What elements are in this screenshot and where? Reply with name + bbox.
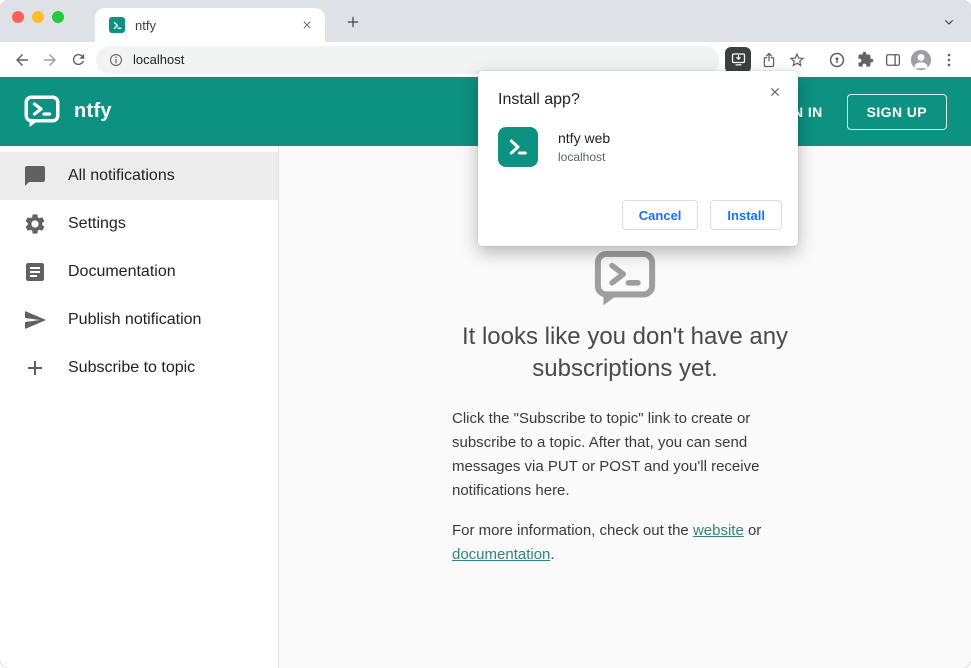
documentation-link[interactable]: documentation bbox=[452, 546, 550, 563]
install-button[interactable]: Install bbox=[710, 200, 782, 230]
site-info-icon[interactable] bbox=[108, 52, 124, 68]
new-tab-button[interactable] bbox=[341, 10, 365, 34]
sidebar-item-label: Subscribe to topic bbox=[68, 359, 196, 376]
password-manager-extension-icon[interactable] bbox=[823, 46, 851, 74]
tab-strip: ntfy bbox=[0, 0, 971, 42]
tab-search-chevron-icon[interactable] bbox=[939, 12, 959, 32]
share-icon[interactable] bbox=[755, 46, 783, 74]
maximize-window-button[interactable] bbox=[52, 11, 64, 23]
window-controls bbox=[12, 11, 64, 23]
sidebar-item-publish-notification[interactable]: Publish notification bbox=[0, 296, 278, 344]
more-info-suffix: . bbox=[550, 546, 555, 563]
install-dialog-app-name: ntfy web bbox=[558, 130, 611, 146]
minimize-window-button[interactable] bbox=[32, 11, 44, 23]
sidebar-item-label: Documentation bbox=[68, 263, 176, 280]
ntfy-logo-large-icon bbox=[594, 250, 656, 307]
sign-up-button[interactable]: SIGN UP bbox=[846, 93, 947, 130]
address-text: localhost bbox=[133, 52, 185, 67]
reload-icon[interactable] bbox=[64, 46, 92, 74]
app-title: ntfy bbox=[74, 100, 112, 122]
document-icon bbox=[23, 260, 47, 284]
empty-state-heading: It looks like you don't have any subscri… bbox=[461, 323, 789, 382]
sidebar-item-label: Settings bbox=[68, 215, 126, 232]
extensions-puzzle-icon[interactable] bbox=[851, 46, 879, 74]
address-bar[interactable]: localhost bbox=[96, 45, 719, 74]
install-dialog-title: Install app? bbox=[498, 91, 580, 108]
install-app-icon[interactable] bbox=[725, 46, 751, 73]
bookmark-star-icon[interactable] bbox=[783, 46, 811, 74]
close-window-button[interactable] bbox=[12, 11, 24, 23]
gear-icon bbox=[23, 212, 47, 236]
back-icon[interactable] bbox=[8, 46, 36, 74]
sidebar-item-all-notifications[interactable]: All notifications bbox=[0, 152, 278, 200]
sidebar-item-settings[interactable]: Settings bbox=[0, 200, 278, 248]
install-app-dialog: Install app? ntfy web localhost Cancel I… bbox=[478, 71, 798, 246]
cancel-button[interactable]: Cancel bbox=[621, 200, 699, 230]
chat-bubble-icon bbox=[23, 164, 47, 188]
empty-state-body: Click the "Subscribe to topic" link to c… bbox=[452, 410, 760, 499]
sidebar-item-subscribe-to-topic[interactable]: Subscribe to topic bbox=[0, 344, 278, 392]
sidebar: All notifications Settings Documentation… bbox=[0, 146, 279, 668]
plus-icon bbox=[23, 356, 47, 380]
install-dialog-app-row: ntfy web localhost bbox=[498, 127, 782, 167]
browser-tab[interactable]: ntfy bbox=[95, 8, 325, 42]
sidebar-item-label: Publish notification bbox=[68, 311, 202, 328]
send-icon bbox=[23, 308, 47, 332]
install-dialog-actions: Cancel Install bbox=[621, 200, 782, 230]
more-info-prefix: For more information, check out the bbox=[452, 522, 693, 539]
install-dialog-origin: localhost bbox=[558, 150, 606, 164]
sidebar-item-label: All notifications bbox=[68, 167, 175, 184]
tab-title: ntfy bbox=[135, 17, 156, 33]
browser-menu-dots-icon[interactable] bbox=[935, 46, 963, 74]
forward-icon[interactable] bbox=[36, 46, 64, 74]
tab-close-icon[interactable] bbox=[297, 15, 317, 35]
sidebar-item-documentation[interactable]: Documentation bbox=[0, 248, 278, 296]
ntfy-app-icon bbox=[498, 127, 538, 167]
side-panel-icon[interactable] bbox=[879, 46, 907, 74]
website-link[interactable]: website bbox=[693, 522, 744, 539]
more-info-middle: or bbox=[743, 522, 762, 539]
empty-state-more-info: For more information, check out the webs… bbox=[452, 519, 798, 567]
ntfy-logo-icon bbox=[24, 95, 60, 128]
profile-avatar[interactable] bbox=[907, 46, 935, 74]
browser-window: ntfy localhost ntfy IN SIGN UP All notif… bbox=[0, 0, 971, 668]
dialog-close-icon[interactable] bbox=[762, 79, 788, 105]
tab-favicon bbox=[109, 17, 125, 33]
